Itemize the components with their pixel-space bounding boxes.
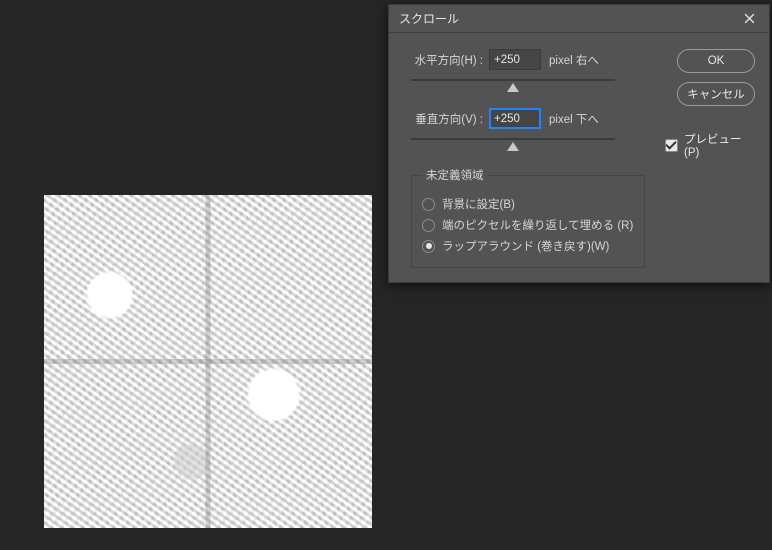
ok-button[interactable]: OK bbox=[677, 49, 755, 73]
canvas-image[interactable] bbox=[44, 195, 372, 528]
radio-icon bbox=[422, 219, 435, 232]
close-button[interactable] bbox=[735, 8, 763, 30]
dialog-titlebar[interactable]: スクロール bbox=[389, 5, 769, 33]
preview-checkbox-row[interactable]: プレビュー(P) bbox=[665, 131, 755, 159]
vertical-slider[interactable] bbox=[411, 135, 615, 157]
radio-wrap-around[interactable]: ラップアラウンド (巻き戻す)(W) bbox=[422, 238, 634, 254]
radio-repeat-edge[interactable]: 端のピクセルを繰り返して埋める (R) bbox=[422, 217, 634, 233]
scroll-dialog: スクロール 水平方向(H) : pixel 右へ 垂直方向(V) : pixel… bbox=[388, 4, 770, 283]
horizontal-unit: pixel 右へ bbox=[549, 52, 599, 68]
undefined-area-legend: 未定義領域 bbox=[422, 167, 488, 183]
slider-track bbox=[411, 79, 615, 81]
undefined-area-group: 未定義領域 背景に設定(B) 端のピクセルを繰り返して埋める (R) ラップアラ… bbox=[411, 167, 645, 268]
horizontal-label: 水平方向(H) : bbox=[403, 52, 489, 68]
dialog-title: スクロール bbox=[399, 10, 735, 27]
close-icon bbox=[744, 13, 755, 24]
cancel-button[interactable]: キャンセル bbox=[677, 82, 755, 106]
slider-track bbox=[411, 138, 615, 140]
radio-icon bbox=[422, 240, 435, 253]
vertical-unit: pixel 下へ bbox=[549, 111, 599, 127]
radio-label: 端のピクセルを繰り返して埋める (R) bbox=[442, 217, 633, 233]
radio-label: 背景に設定(B) bbox=[442, 196, 515, 212]
slider-thumb[interactable] bbox=[507, 83, 519, 92]
slider-thumb[interactable] bbox=[507, 142, 519, 151]
vertical-label: 垂直方向(V) : bbox=[403, 111, 489, 127]
horizontal-input[interactable] bbox=[489, 49, 541, 70]
vertical-input[interactable] bbox=[489, 108, 541, 129]
radio-label: ラップアラウンド (巻き戻す)(W) bbox=[442, 238, 609, 254]
radio-background[interactable]: 背景に設定(B) bbox=[422, 196, 634, 212]
horizontal-slider[interactable] bbox=[411, 76, 615, 98]
checkbox-icon bbox=[665, 139, 678, 152]
radio-icon bbox=[422, 198, 435, 211]
preview-label: プレビュー(P) bbox=[684, 131, 755, 159]
